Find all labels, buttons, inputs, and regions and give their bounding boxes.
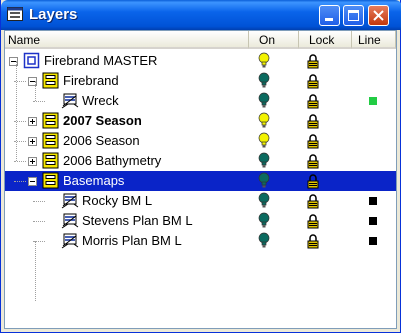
tree-connector — [14, 181, 26, 182]
bulb-dark-icon[interactable] — [256, 232, 274, 254]
line-color-swatch[interactable] — [369, 197, 377, 205]
title-bar[interactable]: Layers — [1, 0, 401, 30]
layer-row[interactable]: Morris Plan BM L — [5, 231, 385, 251]
maximize-icon — [348, 10, 359, 21]
layer-name[interactable]: Firebrand MASTER — [44, 53, 157, 68]
column-name[interactable]: Name — [5, 31, 249, 49]
vector-layer-icon — [61, 232, 79, 254]
tree-connector — [35, 81, 36, 101]
column-line-label: Line — [358, 33, 381, 47]
layer-row[interactable]: Stevens Plan BM L — [5, 211, 385, 231]
layer-row[interactable]: 2006 Bathymetry — [5, 151, 385, 171]
close-icon — [373, 10, 384, 21]
tree-connector — [33, 201, 45, 202]
expand-button[interactable] — [28, 117, 37, 126]
expander-minus-bar — [30, 181, 35, 182]
column-on-label: On — [259, 33, 276, 47]
layer-row[interactable]: Firebrand — [5, 71, 385, 91]
line-color-swatch[interactable] — [369, 217, 377, 225]
expander-plus-bar — [32, 159, 33, 164]
tree-connector — [33, 101, 45, 102]
lock-icon[interactable] — [305, 233, 323, 255]
expand-button[interactable] — [28, 137, 37, 146]
expander-plus-bar — [32, 119, 33, 124]
layer-name[interactable]: 2007 Season — [63, 113, 142, 128]
minimize-button[interactable] — [319, 5, 340, 26]
layers-icon — [7, 7, 23, 21]
tree-connector — [16, 61, 17, 161]
column-line[interactable]: Line — [352, 31, 396, 49]
layer-list[interactable]: Name On Lock Line Firebrand MASTER Firebr… — [4, 30, 397, 329]
line-color-swatch[interactable] — [369, 97, 377, 105]
layer-row[interactable]: Wreck — [5, 91, 385, 111]
layer-name[interactable]: 2006 Bathymetry — [63, 153, 161, 168]
layer-row[interactable]: Basemaps — [5, 171, 396, 191]
layer-row[interactable]: 2007 Season — [5, 111, 385, 131]
tree-connector — [14, 161, 26, 162]
minimize-icon — [325, 18, 333, 21]
column-lock-label: Lock — [309, 33, 335, 47]
layer-name[interactable]: Wreck — [82, 93, 119, 108]
close-button[interactable] — [368, 5, 389, 26]
line-color-swatch[interactable] — [369, 237, 377, 245]
expander-plus-bar — [32, 139, 33, 144]
expand-button[interactable] — [28, 157, 37, 166]
window-title: Layers — [29, 6, 78, 23]
layer-name[interactable]: 2006 Season — [63, 133, 140, 148]
column-lock[interactable]: Lock — [299, 31, 352, 49]
layer-name[interactable]: Morris Plan BM L — [82, 233, 182, 248]
layer-row[interactable]: 2006 Season — [5, 131, 385, 151]
column-on[interactable]: On — [249, 31, 299, 49]
maximize-button[interactable] — [343, 5, 364, 26]
layer-name[interactable]: Basemaps — [63, 173, 124, 188]
layer-row[interactable]: Rocky BM L — [5, 191, 385, 211]
layer-name[interactable]: Rocky BM L — [82, 193, 152, 208]
layer-row[interactable]: Firebrand MASTER — [5, 51, 385, 71]
layer-name[interactable]: Stevens Plan BM L — [82, 213, 193, 228]
layer-name[interactable]: Firebrand — [63, 73, 119, 88]
column-header: Name On Lock Line — [5, 31, 396, 49]
collapse-button[interactable] — [28, 177, 37, 186]
column-name-label: Name — [8, 33, 41, 47]
layers-window: Layers Name On Lock Line Firebrand MASTE… — [0, 0, 401, 333]
tree-connector — [33, 221, 45, 222]
tree-connector — [35, 241, 36, 301]
